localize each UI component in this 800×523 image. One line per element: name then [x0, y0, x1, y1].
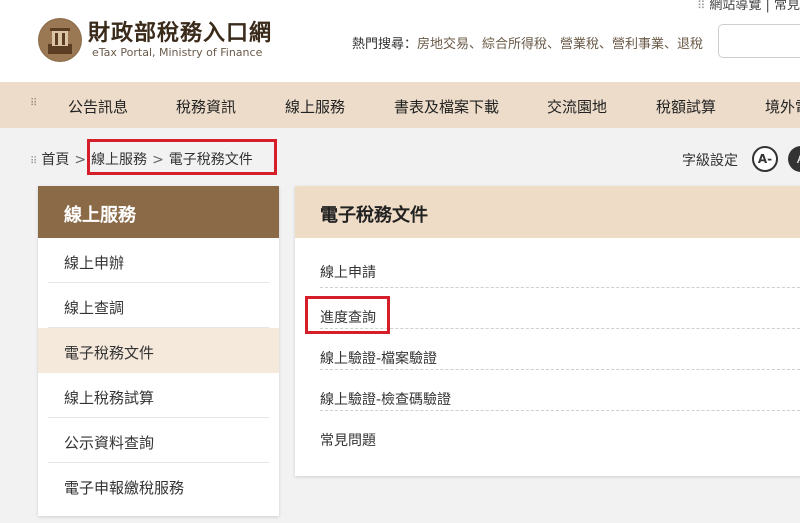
sidebar-item-tax-calculation[interactable]: 線上稅務試算	[48, 373, 269, 418]
logo-title: 財政部稅務入口網	[88, 20, 273, 46]
nav-item-forum[interactable]: 交流園地	[547, 96, 607, 117]
top-links[interactable]: ⠿ 網站導覽 | 常見	[697, 0, 800, 13]
link-faq[interactable]: 常見問題	[320, 411, 800, 452]
nav-item-tax-info[interactable]: 稅務資訊	[176, 96, 236, 117]
breadcrumb-separator: >	[74, 152, 87, 168]
sidebar-item-e-filing[interactable]: 電子申報繳稅服務	[48, 463, 269, 508]
nav-item-overseas[interactable]: 境外電	[765, 96, 800, 117]
dots-icon: ⠿	[30, 98, 38, 109]
font-size-label: 字級設定	[682, 153, 738, 169]
font-size-small-button[interactable]: A-	[752, 146, 778, 172]
sidebar-item-online-query[interactable]: 線上查調	[48, 283, 269, 328]
sidebar-item-online-apply[interactable]: 線上申辦	[48, 238, 269, 283]
link-progress-query[interactable]: 進度查詢	[320, 288, 800, 329]
progress-query-highlight-box	[305, 296, 390, 334]
dots-icon: ⠿	[30, 156, 38, 167]
nav-item-announcements[interactable]: 公告訊息	[68, 96, 128, 117]
main-nav: ⠿ 公告訊息 稅務資訊 線上服務 書表及檔案下載 交流園地 稅額試算 境外電	[0, 82, 800, 128]
sidebar-item-public-data[interactable]: 公示資料查詢	[48, 418, 269, 463]
sidebar: 線上服務 線上申辦 線上查調 電子稅務文件 線上稅務試算 公示資料查詢 電子申報…	[38, 186, 279, 516]
panel-link-list: 線上申請 進度查詢 線上驗證-檔案驗證 線上驗證-檢查碼驗證 常見問題	[295, 238, 800, 452]
site-logo[interactable]: 財政部稅務入口網 eTax Portal, Ministry of Financ…	[38, 18, 272, 62]
dots-icon: ⠿	[697, 0, 706, 12]
link-online-apply[interactable]: 線上申請	[320, 238, 800, 288]
font-size-large-button[interactable]: A	[788, 146, 800, 172]
breadcrumb-home[interactable]: 首頁	[41, 152, 69, 168]
nav-item-tax-calculator[interactable]: 稅額試算	[656, 96, 716, 117]
ministry-seal-icon	[38, 18, 82, 62]
nav-item-forms-download[interactable]: 書表及檔案下載	[394, 96, 499, 117]
nav-item-online-services[interactable]: 線上服務	[285, 96, 345, 117]
hot-search-label: 熱門搜尋：	[352, 37, 418, 52]
sidebar-title: 線上服務	[38, 186, 279, 238]
sidebar-item-etax-documents[interactable]: 電子稅務文件	[38, 328, 279, 373]
logo-subtitle: eTax Portal, Ministry of Finance	[92, 46, 263, 59]
hot-search-terms[interactable]: 房地交易、綜合所得稅、營業稅、營利事業、退稅	[417, 37, 703, 52]
breadcrumb-highlight-box	[87, 139, 277, 175]
link-file-verification[interactable]: 線上驗證-檔案驗證	[320, 329, 800, 370]
search-input[interactable]	[718, 24, 800, 58]
link-checkcode-verification[interactable]: 線上驗證-檢查碼驗證	[320, 370, 800, 411]
site-header: ⠿ 網站導覽 | 常見 財政部稅務入口網 eTax Portal, Ministr…	[0, 0, 800, 82]
hot-search: 熱門搜尋：房地交易、綜合所得稅、營業稅、營利事業、退稅	[352, 33, 703, 52]
panel-title: 電子稅務文件	[295, 186, 800, 238]
